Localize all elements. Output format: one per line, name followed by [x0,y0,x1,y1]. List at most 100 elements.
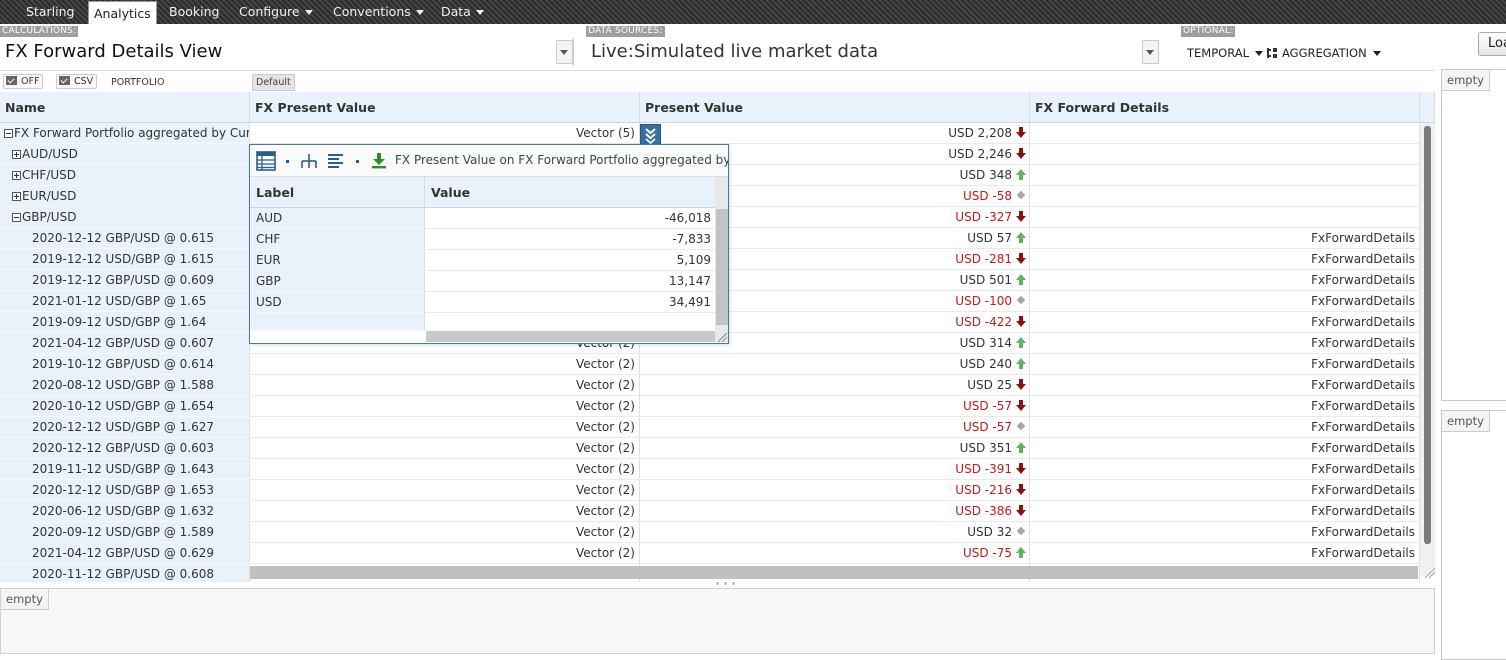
column-header-name[interactable]: Name [0,92,250,123]
table-row[interactable]: 2020-09-12 USD/GBP @ 1.589 Vector (2) USD … [0,522,1420,543]
list-icon[interactable] [327,153,345,169]
fx-forward-details-cell[interactable]: FxForwardDetails [1030,270,1420,291]
name-cell[interactable]: 2020-12-12 GBP/USD @ 0.615 [0,228,250,249]
fx-present-value-cell[interactable]: Vector (2) [250,354,640,375]
download-icon[interactable] [370,153,388,169]
fx-present-value-cell[interactable]: Vector (2) [250,375,640,396]
fx-forward-details-cell[interactable]: FxForwardDetails [1030,438,1420,459]
fx-forward-details-cell[interactable] [1030,186,1420,207]
name-cell[interactable]: 2019-10-12 GBP/USD @ 0.614 [0,354,250,375]
name-cell[interactable]: 2020-08-12 USD/GBP @ 1.588 [0,375,250,396]
menu-analytics[interactable]: Analytics [88,1,157,24]
side-panel-top-tab[interactable]: empty [1442,70,1490,91]
fx-forward-details-cell[interactable] [1030,207,1420,228]
menu-conventions[interactable]: Conventions [333,0,424,24]
panel-splitter[interactable] [713,581,739,586]
fx-present-value-cell[interactable]: Vector (2) [250,417,640,438]
column-header-fx-present-value[interactable]: FX Present Value [250,92,640,123]
fx-forward-details-cell[interactable]: FxForwardDetails [1030,480,1420,501]
table-row[interactable]: 2020-06-12 USD/GBP @ 1.632 Vector (2) USD … [0,501,1420,522]
present-value-cell[interactable]: USD 240 [640,354,1030,375]
fx-present-value-cell[interactable]: Vector (2) [250,522,640,543]
fx-forward-details-cell[interactable]: FxForwardDetails [1030,375,1420,396]
menu-booking[interactable]: Booking [169,0,219,24]
table-row[interactable]: 2020-12-12 USD/GBP @ 1.627 Vector (2) USD … [0,417,1420,438]
name-cell[interactable]: 2020-12-12 USD/GBP @ 1.627 [0,417,250,438]
table-row[interactable]: 2019-11-12 USD/GBP @ 1.643 Vector (2) USD … [0,459,1420,480]
table-row[interactable]: 2021-04-12 GBP/USD @ 0.629 Vector (2) USD … [0,543,1420,564]
fx-present-value-cell[interactable]: Vector (2) [250,543,640,564]
popup-row[interactable]: GBP 13,147 [250,271,716,292]
calculation-select[interactable]: FX Forward Details View [0,38,574,66]
data-source-value[interactable]: Live:Simulated live market data [591,41,878,62]
temporal-dropdown[interactable]: TEMPORAL [1187,46,1263,60]
fx-forward-details-cell[interactable]: FxForwardDetails [1030,333,1420,354]
popup-vertical-scrollbar[interactable] [715,177,728,342]
name-cell[interactable]: 2019-12-12 GBP/USD @ 0.609 [0,270,250,291]
name-cell[interactable]: 2020-10-12 USD/GBP @ 1.654 [0,396,250,417]
present-value-cell[interactable]: USD 351 [640,438,1030,459]
present-value-cell[interactable]: USD -57 [640,417,1030,438]
popup-column-header-value[interactable]: Value [425,177,716,208]
calculation-dropdown-button[interactable] [556,40,573,64]
scrollbar-thumb[interactable] [1424,126,1431,544]
fx-forward-details-cell[interactable] [1030,123,1420,144]
portfolio-label[interactable]: PORTFOLIO [111,77,164,88]
fx-forward-details-cell[interactable]: FxForwardDetails [1030,396,1420,417]
name-cell[interactable]: 2021-04-12 GBP/USD @ 0.607 [0,333,250,354]
name-cell[interactable]: EUR/USD [0,186,250,207]
present-value-cell[interactable]: USD -57 [640,396,1030,417]
name-cell[interactable]: 2020-09-12 USD/GBP @ 1.589 [0,522,250,543]
present-value-cell[interactable]: USD -391 [640,459,1030,480]
fx-forward-details-cell[interactable]: FxForwardDetails [1030,354,1420,375]
fx-forward-details-cell[interactable]: FxForwardDetails [1030,228,1420,249]
table-row[interactable]: 2020-08-12 USD/GBP @ 1.588 Vector (2) USD … [0,375,1420,396]
fx-present-value-cell[interactable]: Vector (2) [250,501,640,522]
present-value-cell[interactable]: USD -75 [640,543,1030,564]
popup-row[interactable]: USD 34,491 [250,292,716,313]
expand-vector-button[interactable] [640,124,661,145]
table-row[interactable]: 2020-12-12 USD/GBP @ 1.653 Vector (2) USD … [0,480,1420,501]
expand-icon[interactable] [12,150,21,159]
grid-vertical-scrollbar[interactable] [1420,123,1435,576]
menu-configure[interactable]: Configure [239,0,313,24]
name-cell[interactable]: 2021-04-12 GBP/USD @ 0.629 [0,543,250,564]
data-source-dropdown-button[interactable] [1142,40,1159,64]
name-cell[interactable]: 2020-11-12 GBP/USD @ 0.608 [0,564,250,582]
popup-row[interactable]: CHF -7,833 [250,229,716,250]
scrollbar-thumb[interactable] [716,209,728,325]
name-cell[interactable]: GBP/USD [0,207,250,228]
collapse-icon[interactable] [4,129,13,138]
csv-toggle[interactable]: CSV [56,74,98,89]
menu-starling[interactable]: Starling [26,0,74,24]
grid-horizontal-scrollbar[interactable] [250,566,1418,579]
fx-forward-details-cell[interactable] [1030,165,1420,186]
expand-icon[interactable] [12,171,21,180]
menu-data[interactable]: Data [441,0,484,24]
fx-forward-details-cell[interactable]: FxForwardDetails [1030,312,1420,333]
fx-forward-details-cell[interactable]: FxForwardDetails [1030,417,1420,438]
resize-grip-icon[interactable] [717,332,728,343]
column-header-fx-forward-details[interactable]: FX Forward Details [1030,92,1420,123]
aggregation-dropdown[interactable]: AGGREGATION [1267,46,1381,60]
name-cell[interactable]: 2019-11-12 USD/GBP @ 1.643 [0,459,250,480]
name-cell[interactable]: CHF/USD [0,165,250,186]
present-value-cell[interactable]: USD -386 [640,501,1030,522]
table-row[interactable]: 2020-12-12 GBP/USD @ 0.603 Vector (2) USD … [0,438,1420,459]
grid-view-icon[interactable] [256,151,276,171]
bottom-panel-tab[interactable]: empty [1,589,49,610]
fx-present-value-cell[interactable]: Vector (2) [250,396,640,417]
fx-present-value-cell[interactable]: Vector (2) [250,480,640,501]
popup-horizontal-scrollbar[interactable] [426,331,715,342]
name-cell[interactable]: 2021-01-12 USD/GBP @ 1.65 [0,291,250,312]
fx-present-value-cell[interactable]: Vector (5) [250,123,640,144]
present-value-cell[interactable]: USD 2,208 [640,123,1030,144]
present-value-cell[interactable]: USD 25 [640,375,1030,396]
present-value-cell[interactable]: USD -216 [640,480,1030,501]
fx-present-value-cell[interactable]: Vector (2) [250,459,640,480]
load-button[interactable]: Loa [1478,32,1506,56]
hierarchy-icon[interactable] [300,153,318,169]
off-toggle[interactable]: OFF [3,74,44,89]
table-row[interactable]: 2020-10-12 USD/GBP @ 1.654 Vector (2) USD … [0,396,1420,417]
popup-column-header-label[interactable]: Label [250,177,425,208]
